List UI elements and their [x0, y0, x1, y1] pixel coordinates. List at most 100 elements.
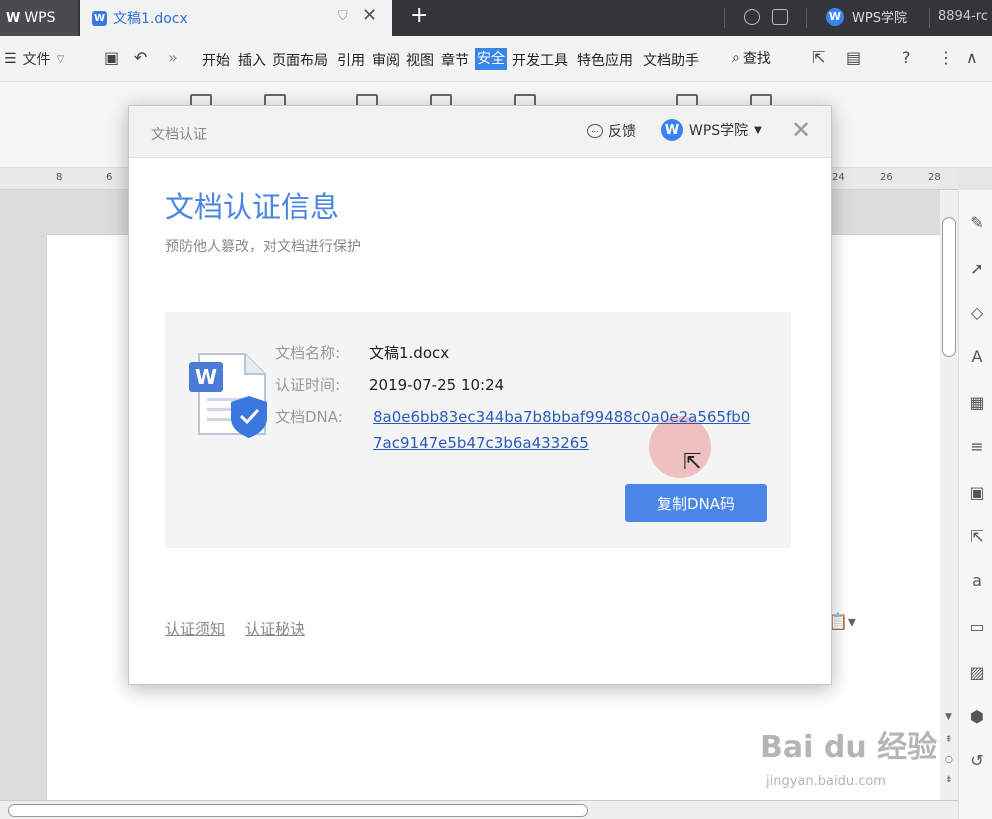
menu-developer[interactable]: 开发工具: [512, 50, 568, 70]
menu-features[interactable]: 特色应用: [577, 50, 633, 70]
collapse-icon[interactable]: ∧: [966, 48, 978, 67]
menu-review[interactable]: 审阅: [372, 50, 400, 70]
document-icon: W: [92, 10, 107, 26]
sliders-icon[interactable]: ≡: [968, 438, 986, 456]
ruler-tick: 8: [56, 172, 63, 183]
certification-notice-link[interactable]: 认证须知: [165, 618, 225, 639]
doc-name-label: 文档名称:: [275, 344, 341, 362]
doc-name-value: 文稿1.docx: [369, 344, 450, 362]
help-icon[interactable]: ?: [902, 48, 911, 67]
app-tab[interactable]: W WPS: [0, 0, 78, 36]
translate-icon[interactable]: a: [968, 572, 986, 590]
academy-logo-icon: W: [661, 119, 683, 141]
clipboard-icon[interactable]: 📋▾: [828, 612, 856, 631]
divider: [929, 8, 930, 28]
ruler-tick: 28: [928, 172, 941, 183]
scroll-down-icon[interactable]: ▼: [945, 712, 952, 722]
watermark-url: jingyan.baidu.com: [766, 774, 886, 789]
cursor-icon[interactable]: ➚: [968, 260, 986, 278]
certified-document-icon: W: [189, 353, 267, 438]
image-icon[interactable]: ▨: [968, 664, 986, 682]
close-icon[interactable]: ✕: [791, 118, 811, 142]
archive-icon[interactable]: ▭: [968, 618, 986, 636]
doc-name-row: 文档名称: 文稿1.docx: [275, 342, 449, 363]
caret-down-icon: ▼: [754, 124, 762, 136]
gallery-icon[interactable]: ▣: [968, 484, 986, 502]
right-panel: ✎ ➚ ◇ A ▦ ≡ ▣ ⇱ a ▭ ▨ ⬢ ↺: [958, 190, 992, 819]
file-menu[interactable]: ☰ 文件 ▽: [4, 49, 64, 69]
dna-label: 文档DNA:: [275, 408, 343, 426]
hamburger-icon: ☰: [4, 51, 17, 67]
chevron-down-icon: ▽: [56, 53, 65, 65]
certification-info-box: W 文档名称: 文稿1.docx 认证时间: 2019-07-25 10:24 文档…: [165, 312, 791, 548]
menu-view[interactable]: 视图: [406, 50, 434, 70]
search-icon: ⌕: [732, 50, 740, 66]
prev-page-icon[interactable]: ⇞: [945, 735, 953, 745]
share-icon[interactable]: ⇱: [812, 48, 825, 67]
horizontal-scrollbar[interactable]: [0, 800, 958, 819]
style-icon[interactable]: A: [968, 348, 986, 366]
academy-logo-icon: W: [826, 7, 844, 26]
sync-icon[interactable]: [744, 9, 760, 25]
shield-icon[interactable]: ⬢: [968, 708, 986, 726]
shapes-icon[interactable]: ◇: [968, 304, 986, 322]
feedback-label: 反馈: [608, 124, 636, 140]
next-page-icon[interactable]: ⇟: [945, 775, 953, 785]
divider: [806, 8, 807, 28]
scroll-thumb[interactable]: [8, 804, 588, 817]
academy-link[interactable]: W WPS学院: [826, 7, 907, 26]
more-options-icon[interactable]: ⋮: [938, 48, 954, 67]
comment-icon[interactable]: ▤: [846, 48, 861, 67]
time-label: 认证时间:: [275, 376, 341, 394]
mouse-cursor-icon: ⇱: [683, 450, 702, 475]
chat-icon: …: [587, 124, 603, 138]
new-tab-button[interactable]: +: [410, 3, 428, 28]
academy-dropdown[interactable]: W WPS学院 ▼: [661, 119, 762, 141]
search-button[interactable]: ⌕ 查找: [732, 48, 771, 68]
svg-text:W: W: [195, 365, 217, 389]
scroll-thumb[interactable]: [942, 217, 956, 357]
window-icon[interactable]: [772, 9, 788, 25]
menu-bar: ☰ 文件 ▽ ▣ ↶ » 开始 插入 页面布局 引用 审阅 视图 章节 安全 开…: [0, 36, 992, 82]
table-icon[interactable]: ▦: [968, 394, 986, 412]
dialog-subtitle: 预防他人篡改，对文档进行保护: [165, 239, 361, 255]
menu-layout[interactable]: 页面布局: [272, 50, 328, 70]
certification-tips-link[interactable]: 认证秘诀: [245, 618, 305, 639]
menu-references[interactable]: 引用: [337, 50, 365, 70]
pen-icon[interactable]: ✎: [968, 214, 986, 232]
share-icon[interactable]: ⇱: [968, 528, 986, 546]
time-value: 2019-07-25 10:24: [369, 376, 505, 394]
save-icon[interactable]: ▣: [104, 48, 119, 67]
dna-value-link[interactable]: 8a0e6bb83ec344ba7b8bbaf99488c0a0e2a565fb…: [373, 404, 753, 456]
history-icon[interactable]: ↺: [968, 752, 986, 770]
divider: [724, 8, 725, 28]
close-tab-icon[interactable]: ✕: [362, 5, 377, 26]
vertical-scrollbar[interactable]: ▼ ⇞ ○ ⇟: [940, 190, 958, 800]
select-browse-icon[interactable]: ○: [945, 755, 953, 765]
shield-icon[interactable]: ⛉: [338, 9, 348, 24]
user-name[interactable]: 8894-rc: [938, 9, 988, 24]
time-row: 认证时间: 2019-07-25 10:24: [275, 374, 504, 395]
watermark-logo: Bai du 经验: [760, 730, 938, 765]
menu-insert[interactable]: 插入: [238, 50, 266, 70]
menu-doc-assistant[interactable]: 文档助手: [643, 50, 699, 70]
document-tab[interactable]: W 文稿1.docx ⛉ ✕: [80, 0, 392, 36]
search-label: 查找: [742, 51, 771, 67]
document-tab-label: 文稿1.docx: [113, 11, 188, 27]
footer-links: 认证须知 认证秘诀: [165, 618, 305, 639]
feedback-button[interactable]: … 反馈: [587, 121, 636, 141]
dialog-header: 文档认证 … 反馈 W WPS学院 ▼ ✕: [129, 106, 831, 158]
ruler-tick: 6: [106, 172, 113, 183]
undo-icon[interactable]: ↶: [134, 48, 147, 67]
menu-start[interactable]: 开始: [202, 50, 230, 70]
ruler-tick: 26: [880, 172, 893, 183]
dna-row: 文档DNA:: [275, 406, 369, 427]
copy-dna-button[interactable]: 复制DNA码: [625, 484, 767, 522]
menu-security[interactable]: 安全: [475, 48, 507, 70]
menu-chapter[interactable]: 章节: [441, 50, 469, 70]
file-menu-label: 文件: [22, 52, 51, 68]
more-icon[interactable]: »: [168, 48, 178, 67]
title-bar: W WPS W 文稿1.docx ⛉ ✕ + W WPS学院 8894-rc: [0, 0, 992, 36]
wps-logo-icon: W: [6, 10, 21, 26]
dialog-title: 文档认证: [151, 127, 207, 143]
